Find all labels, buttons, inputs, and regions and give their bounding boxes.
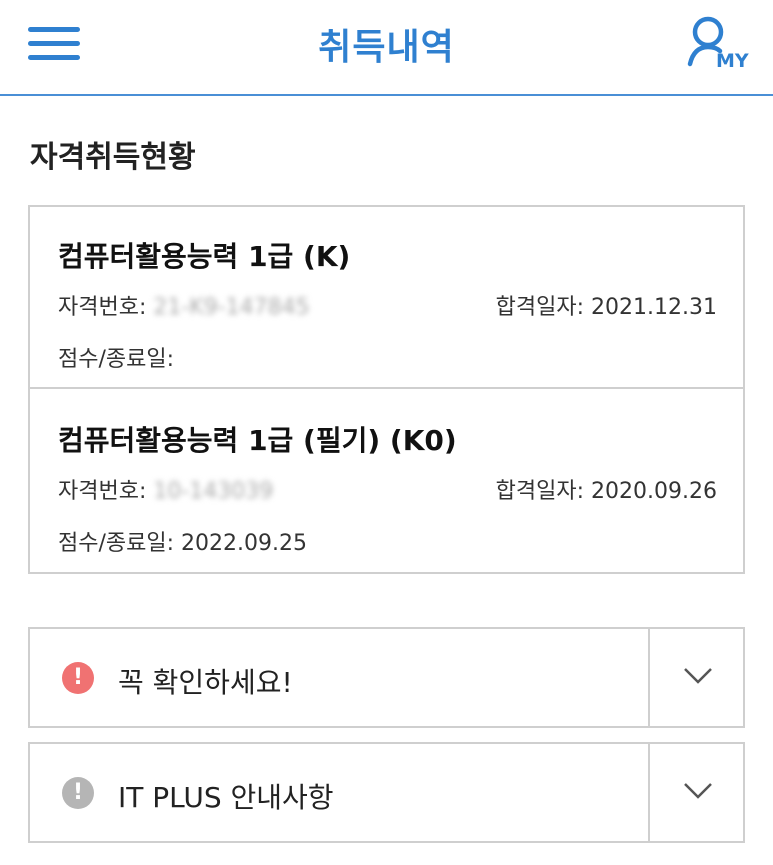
accordion-toggle-button[interactable]	[652, 744, 743, 841]
page-title: 취득내역	[318, 27, 455, 68]
section-title: 자격취득현황	[30, 140, 196, 175]
certificate-number-value: 10-143039	[153, 479, 274, 504]
accordion-toggle-button[interactable]	[652, 629, 743, 726]
exclamation-icon: !	[62, 777, 94, 809]
app-header: 취득내역 MY	[0, 0, 773, 96]
certificate-number-label: 자격번호:	[58, 479, 147, 504]
my-label: MY	[716, 50, 749, 72]
chevron-down-icon	[684, 783, 712, 799]
certificate-number-value: 21-K9-147845	[153, 295, 310, 320]
accordion-header[interactable]: ! IT PLUS 안내사항	[30, 744, 650, 841]
certificate-number: 자격번호: 21-K9-147845	[58, 289, 310, 321]
certificate-item: 컴퓨터활용능력 1급 (필기) (K0) 자격번호: 10-143039 합격일…	[30, 391, 743, 573]
certificate-name: 컴퓨터활용능력 1급 (필기) (K0)	[58, 424, 457, 457]
certificate-list: 컴퓨터활용능력 1급 (K) 자격번호: 21-K9-147845 합격일자: …	[28, 205, 745, 574]
certificate-name: 컴퓨터활용능력 1급 (K)	[58, 240, 351, 273]
certificate-number: 자격번호: 10-143039	[58, 473, 273, 505]
my-page-button[interactable]: MY	[686, 14, 752, 78]
chevron-down-icon	[684, 668, 712, 684]
certificate-number-label: 자격번호:	[58, 295, 147, 320]
exclamation-icon: !	[62, 662, 94, 694]
score-end-date: 점수/종료일: 2022.09.25	[58, 531, 307, 556]
pass-date: 합격일자: 2021.12.31	[495, 295, 717, 320]
accordion-header[interactable]: ! 꼭 확인하세요!	[30, 629, 650, 726]
notice-accordion-must-check[interactable]: ! 꼭 확인하세요!	[28, 627, 745, 728]
certificate-item: 컴퓨터활용능력 1급 (K) 자격번호: 21-K9-147845 합격일자: …	[30, 207, 743, 389]
pass-date: 합격일자: 2020.09.26	[495, 479, 717, 504]
accordion-label: 꼭 확인하세요!	[118, 666, 293, 699]
score-end-date: 점수/종료일:	[58, 347, 175, 372]
notice-accordion-it-plus[interactable]: ! IT PLUS 안내사항	[28, 742, 745, 843]
accordion-label: IT PLUS 안내사항	[118, 781, 334, 814]
